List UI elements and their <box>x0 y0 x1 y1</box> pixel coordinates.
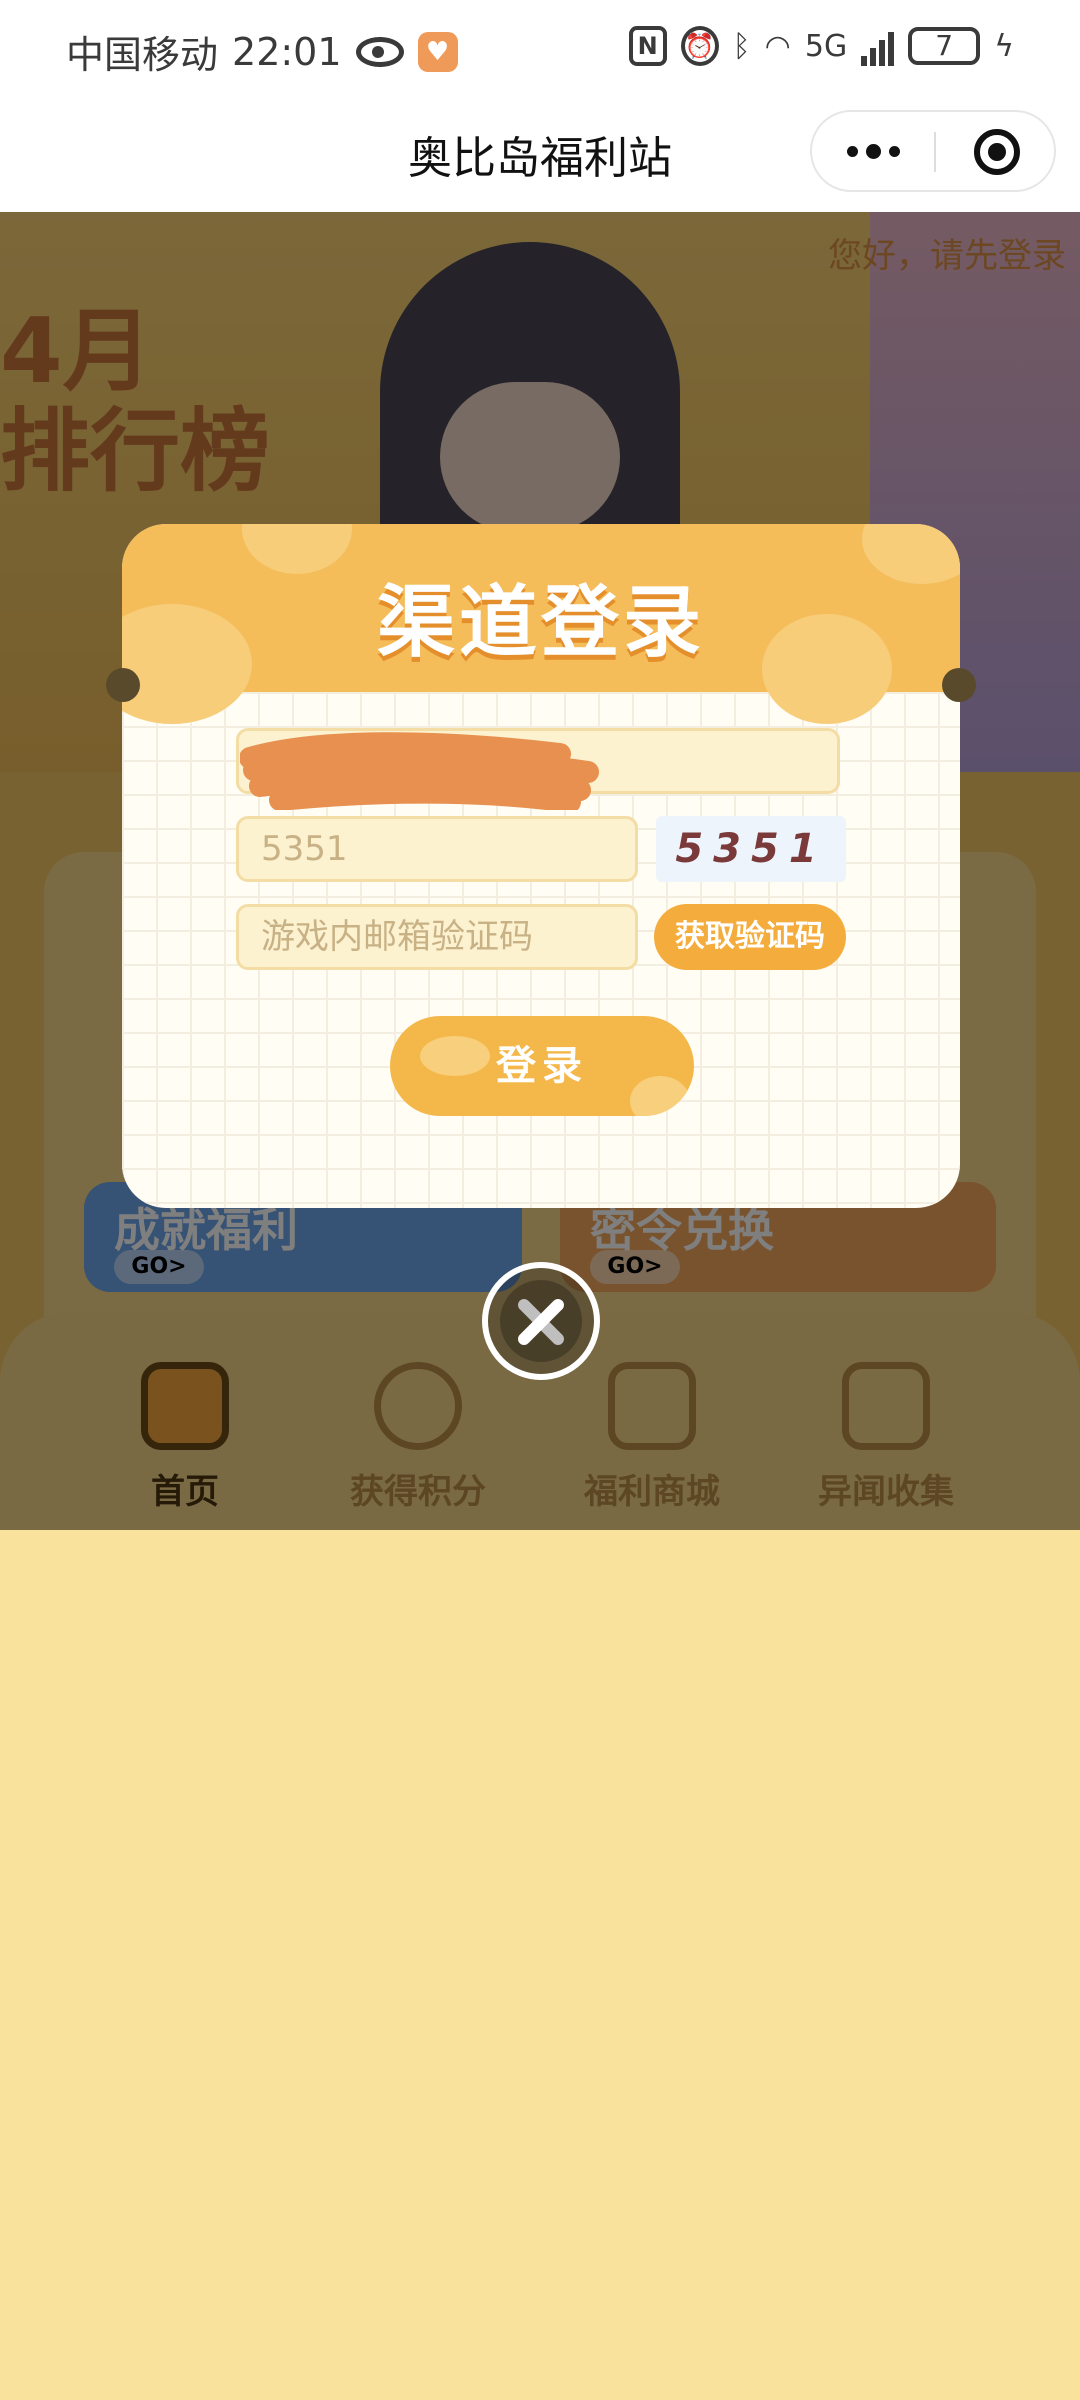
wifi-icon: ◠ <box>764 28 791 64</box>
modal-notch-left <box>106 668 140 702</box>
capsule-menu <box>810 110 1056 192</box>
modal-header: 渠道登录 <box>122 524 960 724</box>
status-left: 中国移动 22:01 ♥ <box>66 24 458 79</box>
mail-code-input[interactable]: 游戏内邮箱验证码 <box>236 904 638 970</box>
captcha-image[interactable]: 5351 <box>656 816 846 882</box>
modal-title: 渠道登录 <box>376 578 705 668</box>
login-button-label: 登录 <box>496 1043 588 1089</box>
clock: 22:01 <box>232 29 342 74</box>
close-miniprogram-button[interactable] <box>974 129 1020 175</box>
more-options-button[interactable] <box>812 112 934 190</box>
status-bar: 中国移动 22:01 ♥ N ⏰ ᛒ ◠ 5G 7 ϟ <box>0 0 1080 100</box>
nav-bar: 奥比岛福利站 <box>0 100 1080 212</box>
captcha-input[interactable]: 5351 <box>236 816 638 882</box>
battery-icon: 7 <box>908 27 981 65</box>
get-code-button[interactable]: 获取验证码 <box>654 904 846 970</box>
login-button[interactable]: 登录 <box>390 1016 694 1116</box>
network-label: 5G <box>804 28 848 64</box>
alarm-icon: ⏰ <box>680 26 719 66</box>
close-modal-button[interactable] <box>482 1262 600 1380</box>
charging-icon: ϟ <box>994 28 1014 64</box>
capsule-divider <box>934 132 936 172</box>
modal-notch-right <box>942 668 976 702</box>
signal-icon <box>861 26 895 66</box>
status-right: N ⏰ ᛒ ◠ 5G 7 ϟ <box>628 26 1014 66</box>
nfc-icon: N <box>628 26 667 66</box>
close-icon <box>500 1280 582 1362</box>
redaction-scribble <box>240 732 599 810</box>
carrier-label: 中国移动 <box>66 33 219 77</box>
eye-icon <box>355 36 404 67</box>
app-notification-icon: ♥ <box>417 31 458 72</box>
bluetooth-icon: ᛒ <box>732 28 751 64</box>
